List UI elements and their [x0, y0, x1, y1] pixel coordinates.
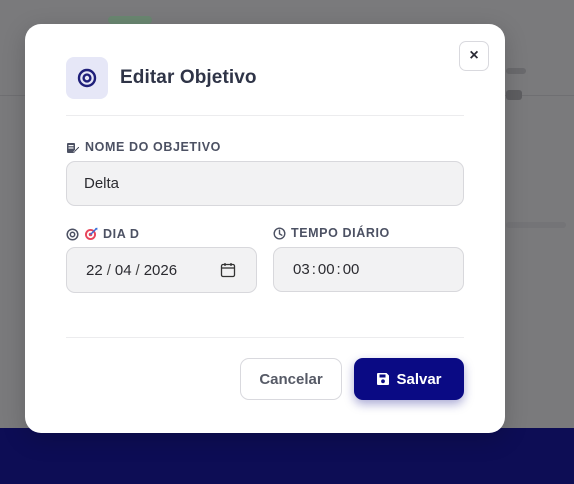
daily-time-input[interactable]: 03 : 00 : 00: [273, 247, 464, 292]
background-badge: [108, 16, 152, 24]
background-text: [506, 222, 566, 228]
close-button[interactable]: ×: [459, 41, 489, 71]
background-text: [506, 90, 522, 100]
target-icon: [66, 227, 79, 241]
calendar-icon[interactable]: [220, 262, 236, 282]
date-month: 04: [114, 261, 132, 279]
background-text: [506, 68, 526, 74]
objective-name-label: NOME DO OBJETIVO: [66, 140, 221, 154]
save-button[interactable]: Salvar: [354, 358, 464, 400]
time-minutes: 00: [317, 261, 335, 278]
cancel-button[interactable]: Cancelar: [240, 358, 342, 400]
floppy-disk-icon: [377, 373, 390, 385]
date-year: 2026: [143, 261, 178, 279]
background-footer: [0, 428, 574, 484]
modal-title: Editar Objetivo: [120, 67, 257, 88]
dart-icon: [85, 227, 98, 240]
edit-note-icon: [67, 142, 80, 153]
clock-icon: [273, 226, 286, 240]
daily-time-label: TEMPO DIÁRIO: [273, 226, 390, 240]
edit-objective-modal: Editar Objetivo × NOME DO OBJETIVO Delta…: [25, 24, 505, 433]
close-icon: ×: [469, 47, 479, 64]
date-day: 22: [86, 261, 103, 279]
modal-header: Editar Objetivo: [66, 57, 464, 116]
time-seconds: 00: [342, 261, 360, 278]
footer-divider: [66, 337, 464, 338]
dday-label: DIA D: [66, 227, 140, 241]
time-hours: 03: [293, 261, 310, 278]
dday-date-input[interactable]: 22 / 04 / 2026: [66, 247, 257, 293]
objective-name-input[interactable]: Delta: [66, 161, 464, 206]
target-icon: [66, 57, 108, 99]
